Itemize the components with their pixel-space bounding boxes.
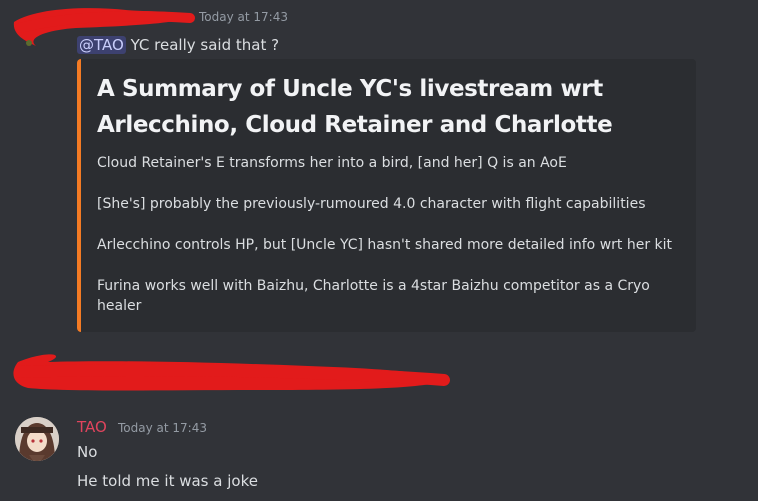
embed-title[interactable]: A Summary of Uncle YC's livestream wrt A… (97, 71, 684, 143)
message-text: No (77, 443, 98, 461)
username[interactable]: TAO (77, 418, 107, 436)
chat-view: Today at 17:43 @TAO YC really said that … (0, 0, 758, 501)
message-timestamp: Today at 17:43 (199, 10, 288, 24)
embed-description-line: Furina works well with Baizhu, Charlotte… (97, 278, 650, 314)
embed-description-line: Cloud Retainer's E transforms her into a… (97, 155, 567, 171)
message-content: @TAO YC really said that ? (77, 34, 279, 56)
avatar[interactable] (15, 417, 59, 461)
reply-indicator-icon (18, 34, 40, 52)
redaction-scribble-middle (8, 348, 453, 398)
embed-description-line: [She's] probably the previously-rumoured… (97, 196, 646, 212)
message-timestamp: Today at 17:43 (118, 421, 207, 435)
message-text: YC really said that ? (125, 36, 280, 54)
user-mention[interactable]: @TAO (77, 36, 126, 54)
embed-description-line: Arlecchino controls HP, but [Uncle YC] h… (97, 237, 673, 253)
link-embed: A Summary of Uncle YC's livestream wrt A… (77, 59, 696, 332)
message-text: He told me it was a joke (77, 472, 258, 490)
